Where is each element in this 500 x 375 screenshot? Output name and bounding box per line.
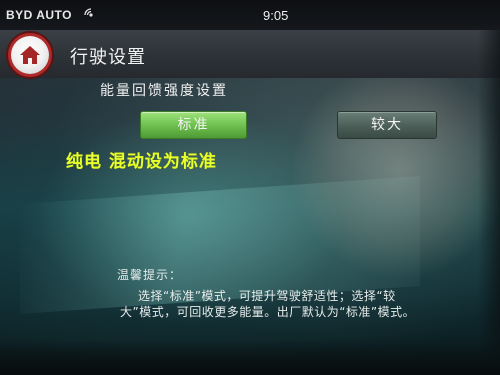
screen-bezel-bottom [0, 340, 500, 375]
home-icon [20, 46, 40, 64]
brand-label: BYD AUTO [6, 8, 73, 22]
clock: 9:05 [263, 8, 289, 23]
tip-line-1: 选择“标准”模式，可提升驾驶舒适性；选择“较 [138, 289, 396, 303]
home-button[interactable] [11, 36, 49, 74]
infotainment-screen: BYD AUTO 9:05 行驶设置 能量回馈强度设置 标准 较大 纯电 混动设… [0, 0, 500, 375]
section-heading: 能量回馈强度设置 [100, 83, 228, 99]
tip-title: 温馨提示： [117, 268, 183, 282]
tip-line-2: 大”模式，可回收更多能量。出厂默认为“标准”模式。 [120, 305, 416, 319]
overlay-annotation: 纯电 混动设为标准 [66, 152, 217, 172]
title-bar: 行驶设置 [0, 30, 500, 78]
status-bar: BYD AUTO 9:05 [0, 0, 500, 30]
option-standard-button[interactable]: 标准 [140, 111, 247, 139]
wireless-signal-icon [84, 8, 93, 17]
option-large-button[interactable]: 较大 [337, 111, 437, 139]
screen-bezel-edge [478, 30, 500, 375]
page-title: 行驶设置 [70, 47, 146, 68]
